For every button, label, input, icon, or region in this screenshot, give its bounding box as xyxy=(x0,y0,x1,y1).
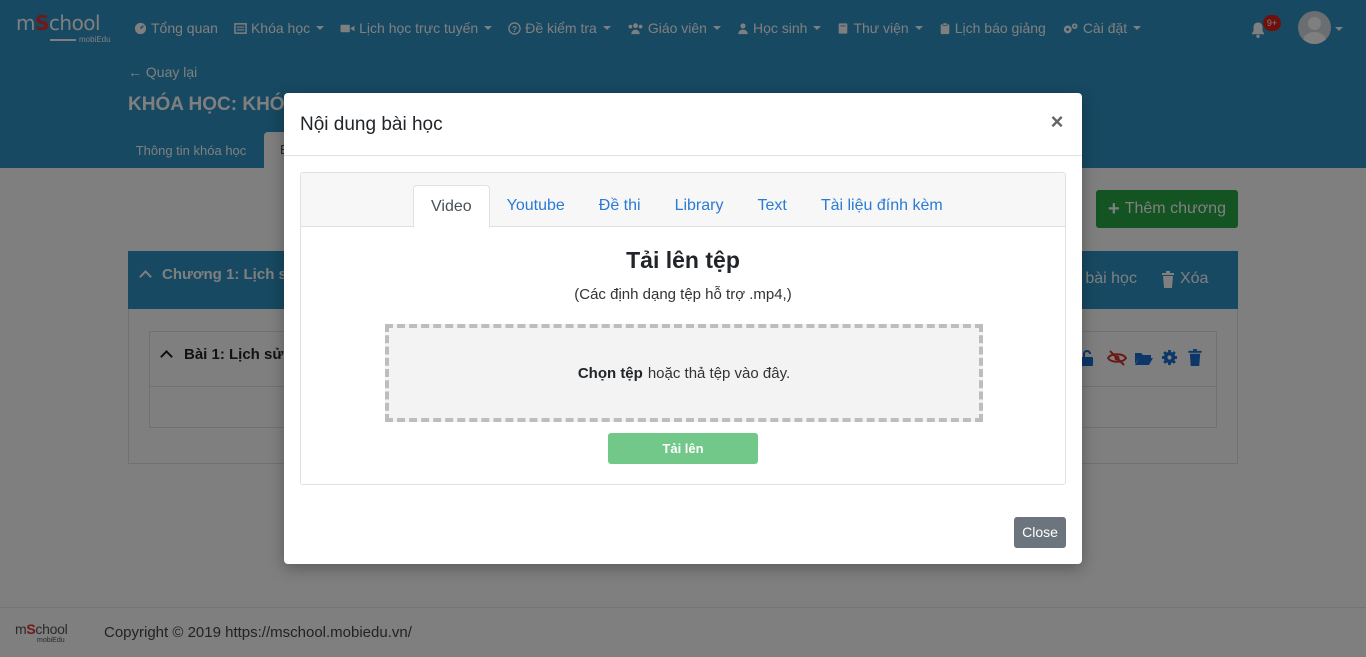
divider xyxy=(284,155,1082,156)
dropzone-hint: hoặc thả tệp vào đây. xyxy=(647,364,791,382)
close-button[interactable]: Close xyxy=(1014,517,1066,548)
upload-card: Video Youtube Đề thi Library Text Tài liệu đí… xyxy=(300,172,1066,485)
tab-tài-liệu-đính-kèm[interactable]: Tài liệu đính kèm xyxy=(804,185,960,227)
tab-youtube[interactable]: Youtube xyxy=(490,185,582,227)
supported-formats-text: (Các định dạng tệp hỗ trợ .mp4,) xyxy=(574,286,792,303)
choose-file-link[interactable]: Chọn tệp xyxy=(578,365,643,382)
content-type-tabs-header: Video Youtube Đề thi Library Text Tài liệu đí… xyxy=(301,173,1065,228)
upload-button[interactable]: Tải lên xyxy=(608,433,758,464)
tab-text[interactable]: Text xyxy=(740,185,803,227)
tab-library[interactable]: Library xyxy=(658,185,741,227)
tab-video[interactable]: Video xyxy=(413,185,490,228)
file-dropzone[interactable]: Chọn tệp hoặc thả tệp vào đây. xyxy=(385,324,983,422)
modal-title: Nội dung bài học xyxy=(300,114,443,135)
content-type-tabs: Video Youtube Đề thi Library Text Tài liệu đí… xyxy=(413,185,960,228)
lesson-content-modal: Nội dung bài học × Video Youtube Đề thi Lib… xyxy=(284,93,1082,564)
close-icon[interactable]: × xyxy=(1047,110,1067,134)
tab-đề-thi[interactable]: Đề thi xyxy=(582,185,658,227)
upload-title: Tải lên tệp xyxy=(626,247,740,273)
